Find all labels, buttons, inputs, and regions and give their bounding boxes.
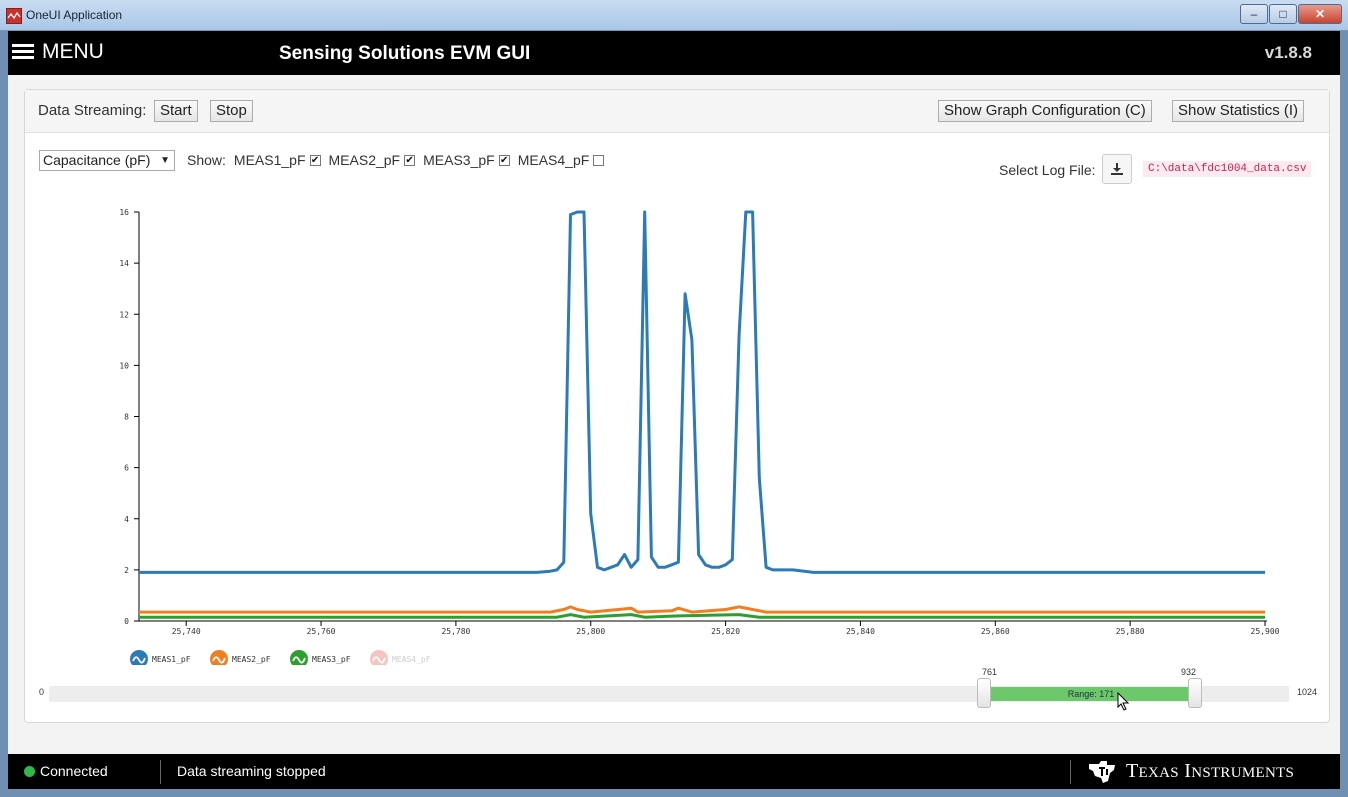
x-tick-label: 25,800 — [576, 627, 605, 636]
legend-item-meas2_pf[interactable]: MEAS2_pF — [210, 650, 271, 665]
x-tick-label: 25,740 — [172, 627, 201, 636]
y-tick-label: 0 — [124, 617, 129, 626]
legend-label: MEAS4_pF — [392, 655, 431, 664]
x-tick-label: 25,780 — [441, 627, 470, 636]
connection-status-icon — [24, 766, 35, 777]
y-tick-label: 14 — [119, 259, 129, 268]
x-tick-label: 25,820 — [711, 627, 740, 636]
x-tick-label: 25,860 — [981, 627, 1010, 636]
legend-item-meas3_pf[interactable]: MEAS3_pF — [290, 650, 351, 665]
maximize-icon[interactable]: □ — [1269, 4, 1297, 24]
close-icon[interactable]: ✕ — [1298, 4, 1342, 24]
legend-label: MEAS3_pF — [312, 655, 351, 664]
x-tick-label: 25,760 — [307, 627, 336, 636]
y-tick-label: 16 — [119, 208, 129, 217]
legend-icon — [210, 650, 228, 665]
legend-item-meas1_pf[interactable]: MEAS1_pF — [130, 650, 191, 665]
slider-min-label: 0 — [39, 687, 45, 697]
legend-label: MEAS1_pF — [152, 655, 191, 664]
app-icon — [6, 8, 22, 24]
graph-panel: Data Streaming: Start Stop Show Graph Co… — [24, 89, 1330, 723]
legend-item-meas4_pf[interactable]: MEAS4_pF — [370, 650, 431, 665]
brand-t: T — [1126, 760, 1139, 782]
slider-high-value: 932 — [1181, 667, 1197, 677]
menu-label: MENU — [42, 40, 104, 63]
y-tick-label: 6 — [124, 464, 129, 473]
y-tick-label: 10 — [119, 361, 129, 370]
streaming-status: Data streaming stopped — [177, 763, 326, 779]
legend-icon — [370, 650, 388, 665]
brand-exas: EXAS — [1138, 765, 1179, 781]
app-title: Sensing Solutions EVM GUI — [279, 43, 531, 64]
hamburger-icon — [12, 44, 34, 60]
texas-instruments-logo-icon — [1089, 761, 1115, 783]
x-tick-label: 25,840 — [846, 627, 875, 636]
connection-status: Connected — [40, 763, 108, 779]
brand-nstruments: NSTRUMENTS — [1191, 765, 1295, 781]
status-divider — [160, 760, 161, 784]
slider-low-value: 761 — [982, 667, 998, 677]
series-line-meas1_pf — [139, 210, 1265, 574]
app-frame: MENU Sensing Solutions EVM GUI v1.8.8 Da… — [8, 31, 1340, 789]
series-line-meas2_pf — [139, 605, 1265, 614]
legend-icon — [130, 650, 148, 665]
slider-high-handle[interactable] — [1188, 678, 1202, 708]
slider-low-handle[interactable] — [977, 678, 991, 708]
minimize-icon[interactable]: – — [1240, 4, 1268, 24]
menu-button[interactable]: MENU — [12, 40, 104, 64]
x-tick-label: 25,880 — [1116, 627, 1145, 636]
y-tick-label: 4 — [124, 515, 129, 524]
legend-label: MEAS2_pF — [232, 655, 271, 664]
series-line-meas3_pf — [139, 613, 1265, 619]
brand-name: TEXAS INSTRUMENTS — [1126, 760, 1294, 783]
window-titlebar: OneUI Application – □ ✕ — [0, 0, 1348, 31]
y-tick-label: 2 — [124, 566, 129, 575]
legend-icon — [290, 650, 308, 665]
x-tick-label: 25,900 — [1251, 627, 1280, 636]
chart-area: 0 2 4 6 8 10 12 14 16 25,740 25,760 25,780 25,800 25,… — [119, 208, 1280, 665]
y-tick-label: 12 — [119, 310, 129, 319]
app-header: MENU Sensing Solutions EVM GUI v1.8.8 — [8, 31, 1340, 75]
mouse-cursor-icon — [1117, 692, 1130, 711]
version-label: v1.8.8 — [1264, 43, 1312, 62]
logo-divider — [1070, 760, 1071, 784]
y-tick-label: 8 — [124, 413, 129, 422]
status-bar: Connected Data streaming stopped TEXAS I… — [8, 754, 1340, 789]
slider-max-label: 1024 — [1297, 687, 1318, 697]
range-text: Range: 171 — [1067, 689, 1115, 699]
window-controls: – □ ✕ — [1239, 4, 1342, 24]
window-title: OneUI Application — [26, 8, 123, 22]
